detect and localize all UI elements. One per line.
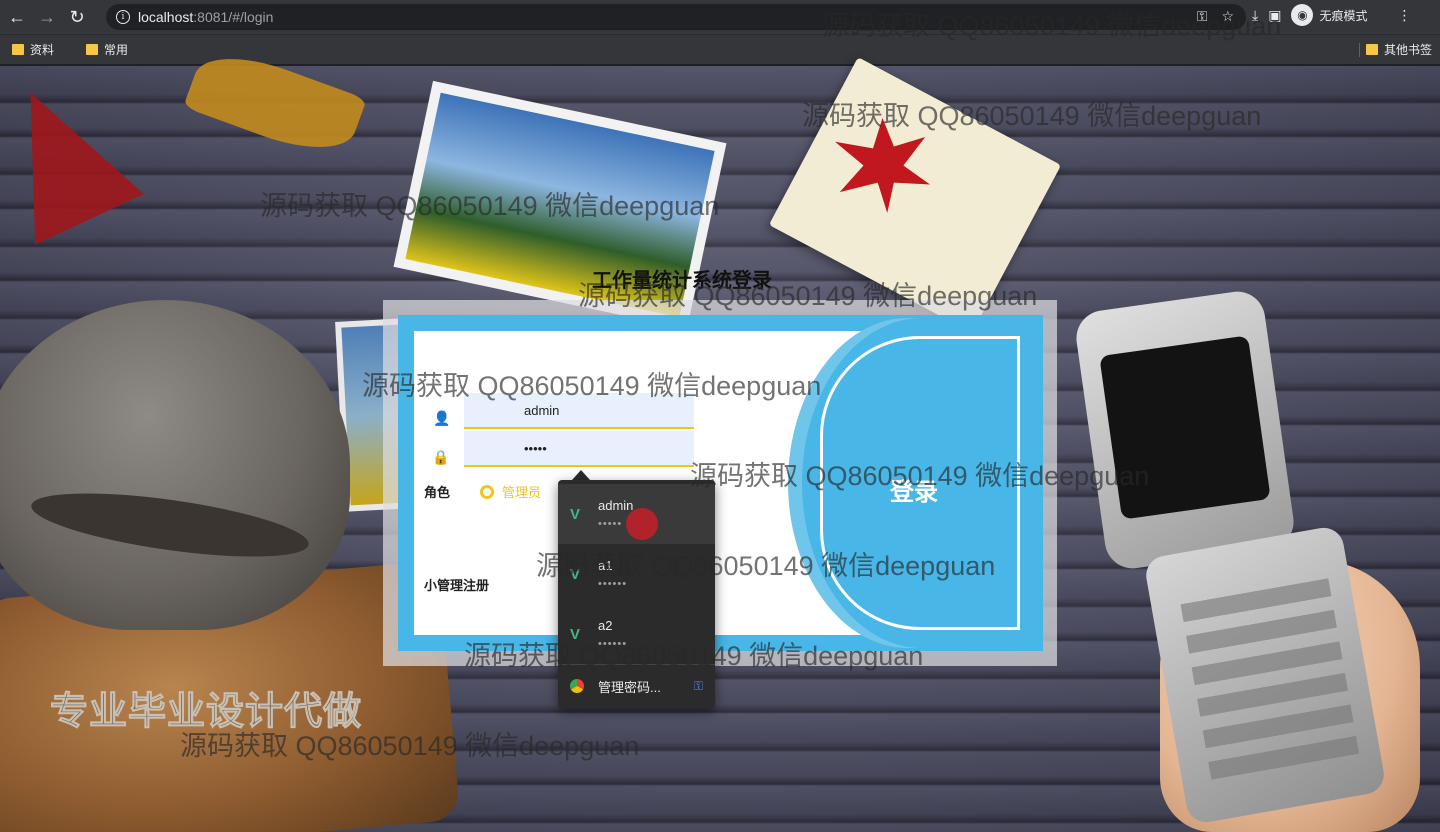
other-bookmarks-label: 其他书签 [1383, 43, 1432, 57]
url-host: localhost [138, 9, 194, 25]
url-path: :8081/#/login [193, 9, 274, 25]
register-link[interactable]: 小管理注册 [424, 575, 489, 594]
password-input[interactable] [464, 431, 694, 467]
menu-icon[interactable]: ⋮ [1397, 7, 1411, 24]
user-icon: 👤 [433, 410, 451, 426]
incognito-icon: ◉ [1291, 4, 1314, 26]
watermark: 源码获取 QQ86050149 微信deepguan [464, 641, 924, 671]
watermark: 源码获取 QQ86050149 微信deepguan [690, 461, 1150, 491]
role-label: 角色 [424, 485, 451, 500]
chrome-icon [570, 679, 584, 693]
bookmark-folder-0[interactable]: 资料 [12, 41, 54, 58]
suggestion-username: a2 [598, 618, 613, 633]
hat-decoration [0, 300, 350, 630]
role-option-label: 管理员 [502, 485, 542, 500]
manage-passwords-item[interactable]: 管理密码... ⚿ [558, 670, 715, 702]
role-radio-admin[interactable]: 管理员 [480, 482, 541, 501]
lock-icon: 🔒 [432, 449, 450, 465]
back-icon[interactable]: ← [2, 2, 32, 32]
watermark: 源码获取 QQ86050149 微信deepguan [822, 11, 1282, 41]
folder-icon [86, 44, 99, 55]
radio-icon [480, 484, 494, 499]
forward-icon[interactable]: → [32, 2, 62, 32]
bookmark-label: 资料 [30, 43, 55, 57]
suggestion-username: admin [598, 498, 634, 513]
bookmark-label: 常用 [104, 43, 129, 57]
dropdown-caret [572, 470, 590, 480]
cursor-highlight [626, 508, 658, 540]
folder-icon [12, 44, 24, 55]
watermark: 源码获取 QQ86050149 微信deepguan [362, 371, 822, 401]
suggestion-password: ••••• [598, 518, 623, 530]
watermark: 源码获取 QQ86050149 微信deepguan [802, 101, 1262, 131]
key-icon: ⚿ [693, 678, 703, 693]
manage-passwords-label: 管理密码... [598, 679, 661, 695]
incognito-label: 无痕模式 [1319, 8, 1368, 23]
bookmark-divider [1359, 43, 1360, 57]
other-bookmarks[interactable]: 其他书签 [1365, 41, 1432, 58]
watermark: 源码获取 QQ86050149 微信deepguan [180, 731, 640, 761]
watermark: 源码获取 QQ86050149 微信deepguan [578, 281, 1038, 311]
incognito-indicator[interactable]: ◉ 无痕模式 [1291, 4, 1367, 26]
folder-icon [1365, 44, 1378, 55]
reload-icon[interactable]: ↻ [62, 2, 92, 32]
vue-icon: V [570, 506, 581, 523]
watermark: 源码获取 QQ86050149 微信deepguan [536, 551, 996, 581]
bookmark-folder-1[interactable]: 常用 [86, 41, 128, 58]
watermark: 源码获取 QQ86050149 微信deepguan [260, 191, 720, 221]
info-icon[interactable]: i [116, 10, 130, 24]
